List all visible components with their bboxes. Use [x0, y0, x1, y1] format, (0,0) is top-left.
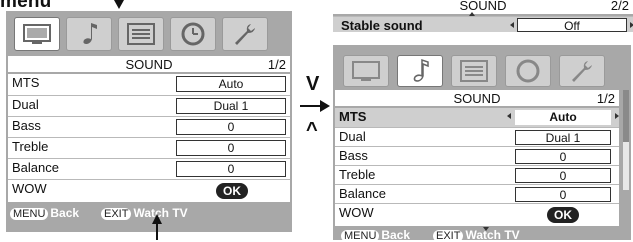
footer-back[interactable]: MENU Back [10, 206, 79, 220]
clock-icon[interactable] [170, 17, 216, 51]
row-wow[interactable]: WOW OK [335, 203, 619, 226]
treble-value[interactable]: 0 [176, 140, 286, 156]
mts-value-text: Auto [549, 110, 577, 124]
wrench-icon[interactable] [222, 17, 268, 51]
menu-icon-bar [343, 55, 605, 87]
scrollbar-thumb[interactable] [623, 90, 629, 142]
sound-menu-page1: SOUND 1/2 MTS Auto Dual Dual 1 Bass 0 Tr… [6, 11, 292, 232]
menu-key: MENU [10, 208, 49, 220]
mts-value[interactable]: Auto [507, 110, 619, 125]
row-label: MTS [12, 75, 40, 90]
row-balance[interactable]: Balance 0 [8, 158, 290, 179]
music-note-icon[interactable] [397, 55, 443, 87]
left-arrow-icon[interactable] [507, 113, 511, 119]
settings-list: MTS Auto Dual Dual 1 Bass 0 Treble 0 Bal… [335, 108, 619, 226]
pointer-arrow-down-icon [114, 0, 124, 9]
row-mts-selected[interactable]: MTS Auto [335, 108, 619, 127]
menu-title: SOUND [453, 91, 501, 106]
mts-value[interactable]: Auto [176, 76, 286, 92]
chevron-down-icon: V [306, 73, 320, 95]
menu-title-bar: SOUND 2/2 [333, 0, 633, 14]
chevron-up-icon: ^ [306, 119, 318, 141]
row-bass[interactable]: Bass 0 [335, 146, 619, 165]
sound-menu-page2: SOUND 2/2 Stable sound Off [333, 0, 633, 33]
music-note-icon[interactable] [66, 17, 112, 51]
row-label: Treble [12, 139, 49, 154]
menu-title: SOUND [459, 0, 507, 13]
exit-key: EXIT [433, 230, 464, 242]
row-wow[interactable]: WOW OK [8, 179, 290, 202]
dual-value[interactable]: Dual 1 [515, 130, 611, 145]
bass-value[interactable]: 0 [176, 119, 286, 135]
stable-sound-value-text: Off [564, 19, 580, 33]
exit-key: EXIT [101, 208, 132, 220]
footer-watch-tv[interactable]: EXIT Watch TV [101, 206, 188, 220]
menu-key: MENU [341, 230, 380, 242]
scrollbar[interactable] [623, 90, 629, 190]
row-balance[interactable]: Balance 0 [335, 184, 619, 203]
left-arrow-icon[interactable] [510, 22, 514, 28]
row-label: Dual [339, 129, 366, 144]
row-label: Balance [12, 160, 59, 175]
settings-list-icon[interactable] [451, 55, 497, 87]
menu-title: SOUND [125, 57, 173, 72]
row-label: Dual [12, 97, 39, 112]
wow-ok-button[interactable]: OK [216, 183, 248, 199]
treble-value[interactable]: 0 [515, 168, 611, 183]
row-label: Bass [12, 118, 41, 133]
menu-icon-bar [14, 17, 268, 51]
row-label: MTS [339, 109, 367, 124]
wow-ok-button[interactable]: OK [547, 207, 579, 223]
row-label: Bass [339, 148, 368, 163]
clock-icon[interactable] [505, 55, 551, 87]
row-dual[interactable]: Dual Dual 1 [335, 127, 619, 146]
page-indicator: 1/2 [596, 91, 615, 106]
page-indicator: 1/2 [267, 57, 286, 72]
pointer-arrow-up-icon [152, 214, 162, 240]
row-stable-sound[interactable]: Stable sound Off [333, 16, 633, 33]
stable-sound-value[interactable]: Off [510, 18, 633, 33]
balance-value[interactable]: 0 [515, 187, 611, 202]
settings-list: MTS Auto Dual Dual 1 Bass 0 Treble 0 Bal… [8, 74, 290, 202]
right-arrow-icon[interactable] [615, 113, 619, 119]
back-label: Back [50, 206, 80, 220]
arrow-right-icon [300, 100, 330, 114]
menu-footer: MENU Back EXIT Watch TV [6, 204, 292, 224]
row-mts[interactable]: MTS Auto [8, 74, 290, 95]
menu-title-bar: SOUND 1/2 [8, 56, 290, 72]
menu-footer: MENU Back EXIT Watch TV [333, 227, 631, 242]
sound-menu-page1-selected: SOUND 1/2 MTS Auto Dual Dual 1 Bass 0 Tr… [333, 45, 631, 242]
tv-picture-icon[interactable] [14, 17, 60, 51]
balance-value[interactable]: 0 [176, 161, 286, 177]
row-bass[interactable]: Bass 0 [8, 116, 290, 137]
page-indicator: 2/2 [610, 0, 629, 13]
row-treble[interactable]: Treble 0 [8, 137, 290, 158]
tv-picture-icon[interactable] [343, 55, 389, 87]
settings-list-icon[interactable] [118, 17, 164, 51]
dual-value[interactable]: Dual 1 [176, 98, 286, 114]
bass-value[interactable]: 0 [515, 149, 611, 164]
menu-title-bar: SOUND 1/2 [335, 90, 619, 106]
row-label: Treble [339, 167, 376, 182]
wrench-icon[interactable] [559, 55, 605, 87]
row-label: Balance [339, 186, 386, 201]
row-label: WOW [12, 181, 47, 196]
row-dual[interactable]: Dual Dual 1 [8, 95, 290, 116]
row-treble[interactable]: Treble 0 [335, 165, 619, 184]
row-label: WOW [339, 205, 374, 220]
row-label: Stable sound [341, 18, 423, 33]
